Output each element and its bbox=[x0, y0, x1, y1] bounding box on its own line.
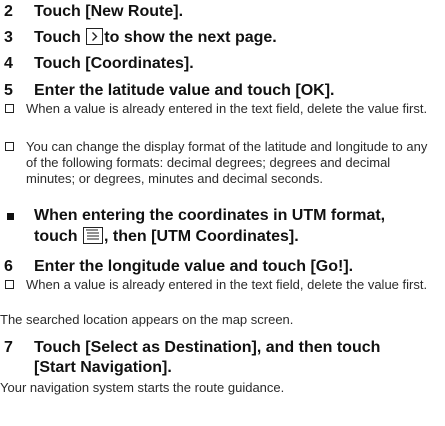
menu-list-icon bbox=[83, 227, 103, 244]
utm-tip-line2: touch , then [UTM Coordinates]. bbox=[34, 227, 445, 246]
step-6: 6 Enter the longitude value and touch [G… bbox=[4, 257, 445, 276]
bullet-icon bbox=[7, 213, 14, 220]
step-text: Enter the latitude value and touch [OK]. bbox=[34, 82, 335, 99]
note: When a value is already entered in the t… bbox=[4, 101, 441, 117]
step-7-line2: [Start Navigation]. bbox=[34, 358, 445, 377]
utm-tip-post: , then [UTM Coordinates]. bbox=[104, 228, 299, 245]
step-number: 5 bbox=[4, 82, 13, 99]
utm-tip-pre: touch bbox=[34, 228, 78, 245]
utm-tip-text: touch , then [UTM Coordinates]. bbox=[34, 227, 299, 246]
note: When a value is already entered in the t… bbox=[4, 277, 441, 293]
step-7-result: Your navigation system starts the route … bbox=[0, 380, 285, 395]
note-checkbox-icon bbox=[5, 280, 14, 289]
step-number: 2 bbox=[4, 3, 13, 20]
utm-tip-line1: When entering the coordinates in UTM for… bbox=[34, 207, 386, 224]
step-6-result: The searched location appears on the map… bbox=[0, 312, 294, 327]
note-checkbox-icon bbox=[5, 104, 14, 113]
step-5: 5 Enter the latitude value and touch [OK… bbox=[4, 81, 445, 100]
step-number: 6 bbox=[4, 258, 13, 275]
note-checkbox-icon bbox=[5, 142, 14, 151]
step-text: Enter the longitude value and touch [Go!… bbox=[34, 258, 354, 275]
step-3: 3 Touch to show the next page. bbox=[4, 28, 445, 47]
note-text: You can change the display format of the… bbox=[26, 139, 428, 186]
step-text: Touch [New Route]. bbox=[34, 3, 184, 20]
step-text-post: to show the next page. bbox=[104, 29, 277, 46]
next-page-arrow-icon bbox=[86, 28, 104, 45]
note-text: When a value is already entered in the t… bbox=[26, 101, 428, 116]
step-number: 4 bbox=[4, 55, 13, 72]
step-4: 4 Touch [Coordinates]. bbox=[4, 54, 445, 73]
note: You can change the display format of the… bbox=[4, 139, 441, 187]
step-text: Touch to show the next page. bbox=[34, 28, 277, 47]
step-text: Touch [Select as Destination], and then … bbox=[34, 339, 381, 356]
step-text: Touch [Coordinates]. bbox=[34, 55, 194, 72]
utm-tip: When entering the coordinates in UTM for… bbox=[34, 206, 445, 225]
step-number: 7 bbox=[4, 339, 13, 356]
step-text: [Start Navigation]. bbox=[34, 359, 172, 376]
step-text-pre: Touch bbox=[34, 29, 81, 46]
step-7: 7 Touch [Select as Destination], and the… bbox=[4, 338, 445, 357]
note-text: When a value is already entered in the t… bbox=[26, 277, 428, 292]
step-number: 3 bbox=[4, 29, 13, 46]
step-2: 2 Touch [New Route]. bbox=[4, 2, 445, 21]
